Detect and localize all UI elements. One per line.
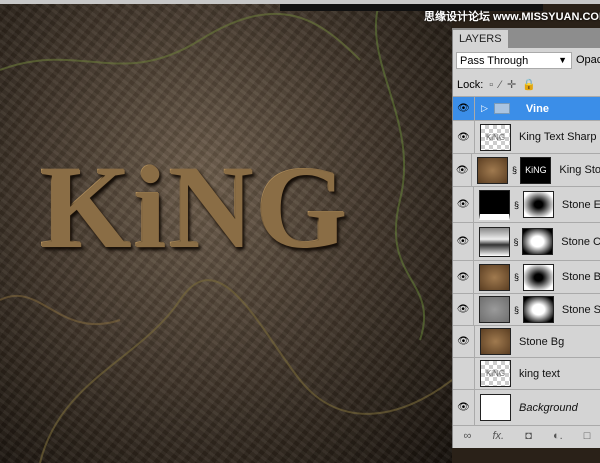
layer-thumbnail [479,296,511,323]
layer-row[interactable]: 👁 § Stone B [453,260,600,293]
layer-name: Vine [525,102,549,115]
folder-icon [493,103,510,114]
layer-thumbnail [479,263,511,291]
chain-link-icon: § [514,199,520,210]
link-layers-icon[interactable]: ∞ [464,430,472,442]
eye-icon[interactable]: 👁 [453,326,475,357]
layer-name: Stone Bg [519,335,565,348]
layer-row[interactable]: 👁 § KiNG King Sto [453,153,600,186]
lock-row: Lock: ▫ ⁄ ✛ 🔒 [457,78,536,92]
layer-row[interactable]: KiNG king text [453,357,600,389]
layer-thumbnail [480,328,511,355]
lock-transparency-icon[interactable]: ▫ [489,79,493,91]
layer-mask-thumbnail [522,263,554,291]
lock-brush-icon[interactable]: ⁄ [499,79,501,91]
layer-row[interactable]: 👁 § Stone C [453,222,600,260]
panel-tabbar: LAYERS [453,28,600,48]
eye-icon[interactable]: 👁 [453,154,473,186]
expand-triangle-icon[interactable]: ▷ [481,103,488,114]
new-group-icon[interactable]: □ [584,430,591,442]
layer-row[interactable]: 👁 Stone Bg [453,325,600,357]
layer-name: Background [519,401,578,414]
layer-mask-thumbnail [522,228,554,255]
fx-icon[interactable]: fx. [492,430,504,442]
document-canvas[interactable]: KiNG [0,0,452,463]
layer-row[interactable]: 👁 § Stone S [453,293,600,325]
curves-adjustment-thumbnail [478,226,510,257]
chain-link-icon: § [511,165,517,175]
layer-mask-thumbnail [522,191,554,218]
layer-thumbnail [480,394,511,421]
layer-thumbnail: KiNG [480,123,511,151]
layers-panel: LAYERS Pass Through ▼ Opac Lock: ▫ ⁄ ✛ 🔒 … [452,28,600,448]
layer-thumbnail: KiNG [480,360,511,387]
layer-name: King Text Sharp [519,131,597,143]
layer-row[interactable]: 👁 § Stone E [453,186,600,222]
panel-footer: ∞ fx. ◘ ◐. □ [453,425,600,445]
layer-name: king text [519,367,560,380]
layer-thumbnail [477,156,509,184]
layer-mask-thumbnail [522,296,554,323]
eye-icon[interactable]: 👁 [453,97,475,120]
opacity-label: Opac [576,54,600,66]
eye-icon[interactable]: 👁 [453,187,475,222]
chain-link-icon: § [513,236,519,247]
eye-icon[interactable]: 👁 [453,261,475,293]
layer-mask-thumbnail: KiNG [520,156,552,184]
eye-icon[interactable]: 👁 [453,390,475,425]
eye-icon[interactable]: 👁 [453,121,475,153]
layer-name: Stone E [561,198,600,211]
layer-row[interactable]: 👁 Background [453,389,600,425]
tab-layers[interactable]: LAYERS [453,30,508,48]
eye-icon[interactable]: 👁 [453,294,475,325]
chevron-down-icon: ▼ [558,55,567,65]
eye-off-icon[interactable] [453,358,475,389]
layer-name: King Sto [559,164,600,176]
chain-link-icon: § [514,272,520,282]
chain-link-icon: § [514,304,520,315]
lock-all-icon[interactable]: 🔒 [522,78,536,91]
layer-row[interactable]: 👁 KiNG King Text Sharp [453,120,600,153]
layer-name: Stone S [561,303,600,316]
lock-label: Lock: [457,78,484,91]
watermark: 思缘设计论坛 www.MISSYUAN.COM [424,11,600,23]
blend-mode-value: Pass Through [460,55,529,67]
levels-adjustment-thumbnail [479,189,511,220]
lock-move-icon[interactable]: ✛ [507,78,516,91]
blend-mode-select[interactable]: Pass Through ▼ [456,52,572,69]
layer-name: Stone C [561,235,600,248]
king-text-art: KiNG [40,142,350,273]
layer-name: Stone B [561,271,600,283]
eye-icon[interactable]: 👁 [453,223,474,260]
add-mask-icon[interactable]: ◘ [525,430,532,442]
adjustment-layer-icon[interactable]: ◐. [553,430,563,442]
layer-row-vine[interactable]: 👁 ▷ Vine [453,96,600,120]
